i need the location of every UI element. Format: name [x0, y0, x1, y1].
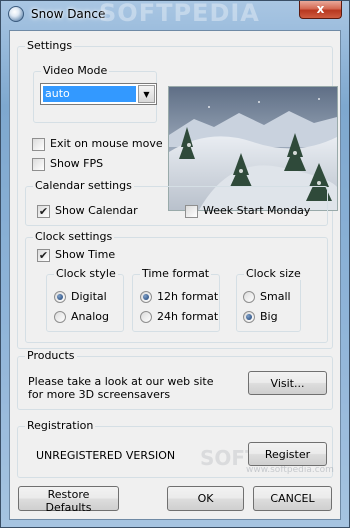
restore-defaults-button[interactable]: Restore Defaults [18, 486, 119, 514]
time-format-label: Time format [140, 267, 212, 280]
clock-size-big-radio[interactable] [243, 311, 255, 323]
week-start-monday-checkbox[interactable] [185, 205, 198, 218]
clock-style-analog-label: Analog [71, 310, 110, 323]
window-title: Snow Dance [31, 7, 106, 21]
registration-status: UNREGISTERED VERSION [36, 449, 176, 462]
show-calendar-checkbox[interactable]: ✔ [37, 205, 50, 218]
show-time-checkbox[interactable]: ✔ [37, 249, 50, 262]
title-bar[interactable]: Snow Dance SOFTPEDIA x [1, 0, 349, 29]
video-mode-label: Video Mode [41, 64, 110, 77]
products-label: Products [25, 349, 77, 362]
exit-on-mouse-move-label: Exit on mouse move [50, 137, 163, 150]
show-fps-label: Show FPS [50, 157, 104, 170]
show-fps-checkbox[interactable] [32, 158, 45, 171]
time-format-12h-radio[interactable] [140, 291, 152, 303]
visit-button[interactable]: Visit... [248, 371, 327, 395]
video-mode-value: auto [43, 86, 136, 102]
chevron-down-icon[interactable]: ▼ [138, 85, 155, 103]
ok-button[interactable]: OK [167, 486, 244, 511]
time-format-24h-label: 24h format [157, 310, 219, 323]
time-format-group: Time format [132, 267, 220, 332]
clock-size-label: Clock size [244, 267, 303, 280]
dialog-client-area: Settings Video Mode auto ▼ Exit on mouse… [9, 30, 341, 520]
softpedia-watermark: SOFTPEDIA [99, 0, 260, 27]
snowglobe-icon [8, 6, 24, 22]
clock-style-digital-label: Digital [71, 290, 107, 303]
softpedia-url-watermark: www.softpedia.com [246, 465, 334, 475]
window-frame: Snow Dance SOFTPEDIA x Settings Video Mo… [0, 0, 350, 528]
clock-style-label: Clock style [54, 267, 118, 280]
exit-on-mouse-move-checkbox[interactable] [32, 138, 45, 151]
show-calendar-label: Show Calendar [55, 204, 138, 217]
clock-size-group: Clock size [236, 267, 303, 332]
register-button[interactable]: Register [248, 442, 327, 466]
time-format-12h-label: 12h format [157, 290, 219, 303]
week-start-monday-label: Week Start Monday [203, 204, 311, 217]
clock-style-digital-radio[interactable] [54, 291, 66, 303]
registration-label: Registration [25, 419, 96, 432]
clock-style-analog-radio[interactable] [54, 311, 66, 323]
products-text-line1: Please take a look at our web site [28, 375, 214, 388]
clock-size-small-radio[interactable] [243, 291, 255, 303]
clock-size-small-label: Small [260, 290, 291, 303]
cancel-button[interactable]: CANCEL [253, 486, 332, 511]
calendar-settings-label: Calendar settings [33, 179, 134, 192]
show-time-label: Show Time [55, 248, 116, 261]
time-format-24h-radio[interactable] [140, 311, 152, 323]
video-mode-select[interactable]: auto ▼ [40, 83, 157, 105]
products-text-line2: for more 3D screensavers [28, 388, 171, 401]
settings-group-label: Settings [25, 39, 75, 52]
close-button[interactable]: x [299, 1, 342, 19]
clock-size-big-label: Big [260, 310, 278, 323]
clock-settings-label: Clock settings [33, 230, 115, 243]
clock-style-group: Clock style [46, 267, 124, 332]
